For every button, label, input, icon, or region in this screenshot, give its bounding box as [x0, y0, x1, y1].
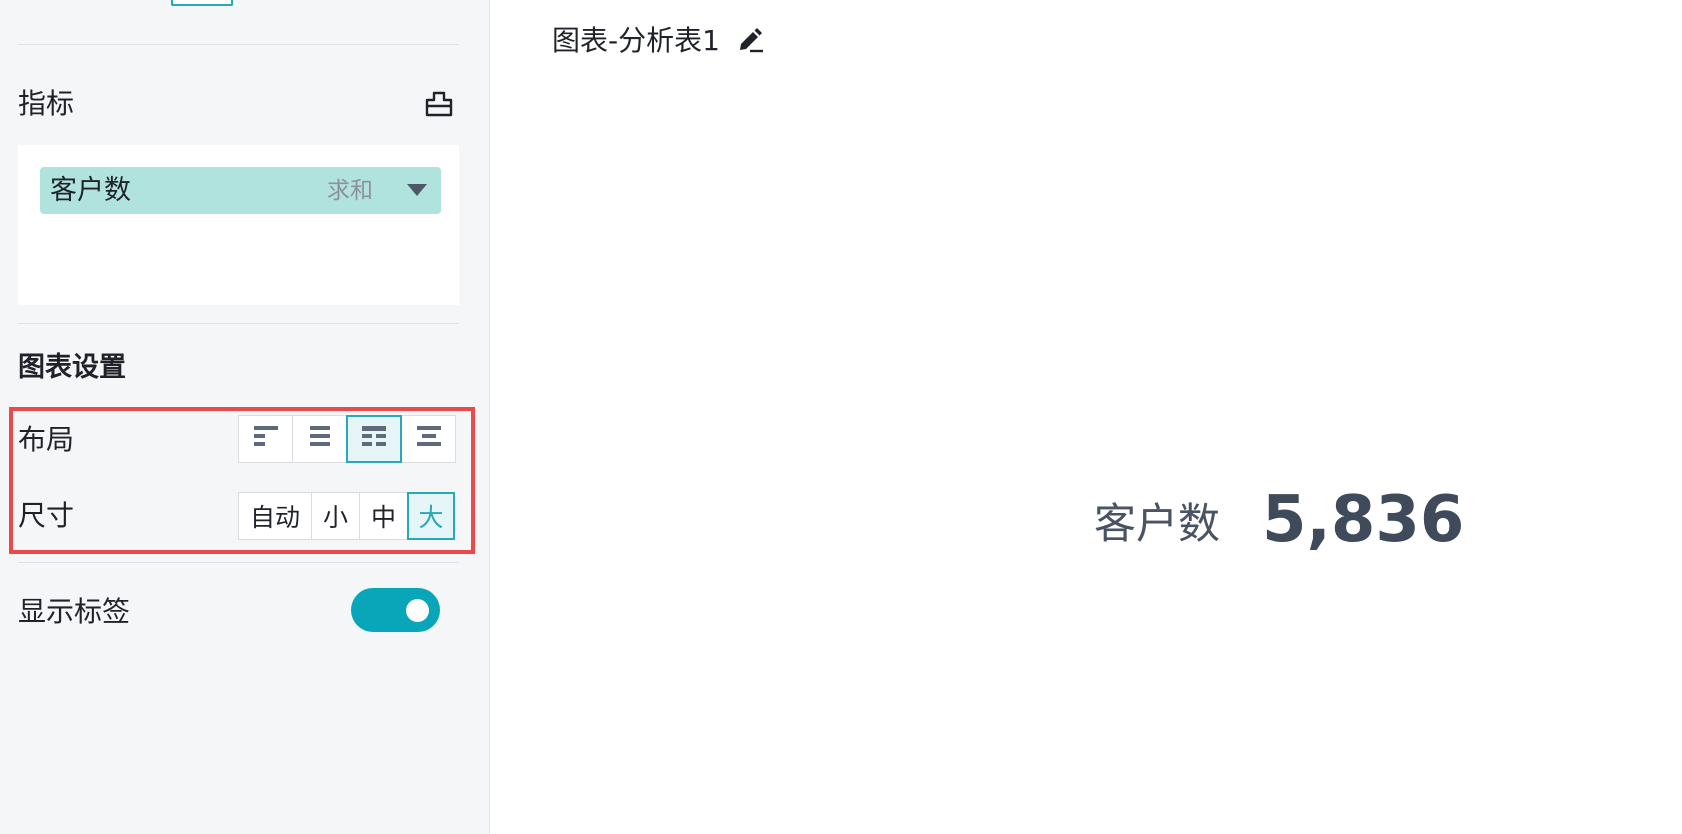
kpi-value: 5,836 [1262, 483, 1465, 557]
show-labels-label: 显示标签 [18, 595, 131, 628]
toggle-knob [406, 599, 429, 622]
kpi-label: 客户数 [1094, 498, 1221, 548]
size-auto-button[interactable]: 自动 [238, 492, 312, 540]
pencil-icon[interactable] [736, 24, 766, 54]
layout-center-icon [415, 423, 443, 455]
metric-field-chip[interactable]: 客户数 求和 [40, 167, 441, 214]
divider [18, 323, 459, 324]
chart-canvas: 图表-分析表1 客户数 5,836 [522, 0, 1682, 834]
size-label: 尺寸 [18, 499, 75, 532]
layout-center-button[interactable] [401, 415, 456, 463]
layout-left-align-button[interactable] [238, 415, 293, 463]
layout-left-align-icon [252, 423, 280, 455]
size-large-button[interactable]: 大 [407, 492, 455, 540]
chart-settings-title: 图表设置 [18, 352, 126, 383]
metric-field-name: 客户数 [50, 175, 131, 206]
kpi-card: 客户数 5,836 [1094, 480, 1464, 560]
chart-title: 图表-分析表1 [552, 24, 720, 57]
metric-aggregation[interactable]: 求和 [327, 167, 373, 216]
triangle-down-icon[interactable] [405, 182, 429, 198]
size-medium-button[interactable]: 中 [359, 492, 408, 540]
size-small-button[interactable]: 小 [311, 492, 360, 540]
divider [18, 562, 459, 563]
metrics-drop-zone[interactable]: 客户数 求和 [18, 145, 459, 305]
layout-button-group [238, 415, 456, 463]
field-tool-icon[interactable] [423, 88, 455, 120]
tab-stub[interactable] [171, 0, 233, 6]
app-root: 指标 客户数 求和 图表设置 布局 尺寸 自动 小 中 大 显示标签 图表-分析… [0, 0, 1682, 834]
metrics-title: 指标 [18, 87, 75, 120]
layout-two-column-icon [360, 423, 388, 455]
layout-list-button[interactable] [292, 415, 347, 463]
metrics-header: 指标 [18, 84, 459, 124]
settings-panel: 指标 客户数 求和 图表设置 布局 尺寸 自动 小 中 大 显示标签 [0, 0, 490, 834]
show-labels-toggle[interactable] [351, 588, 440, 632]
layout-two-column-button[interactable] [346, 415, 402, 463]
layout-list-icon [308, 423, 332, 455]
layout-label: 布局 [18, 423, 75, 456]
divider [18, 44, 459, 45]
size-button-group: 自动 小 中 大 [238, 492, 455, 540]
